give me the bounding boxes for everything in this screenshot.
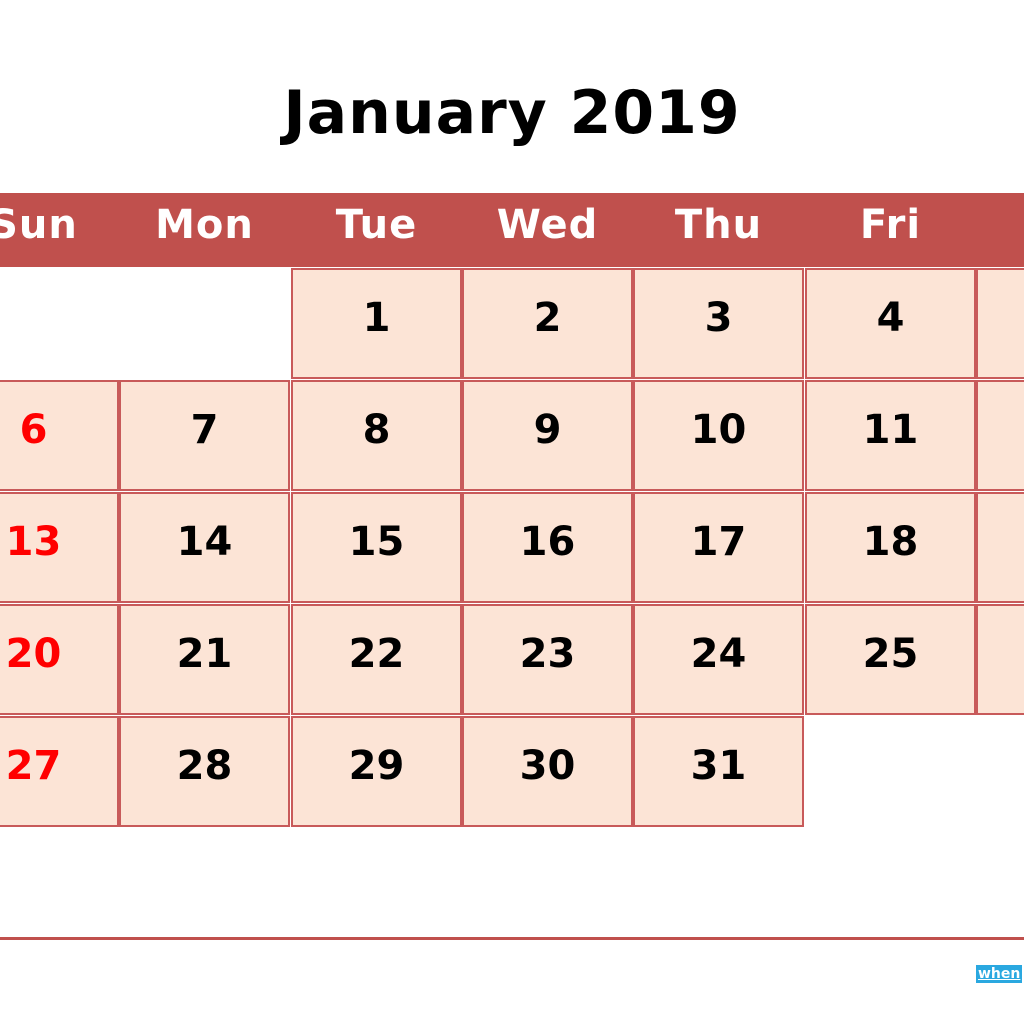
- day-cell[interactable]: 29: [291, 716, 462, 827]
- day-cell[interactable]: 12: [976, 380, 1024, 491]
- day-cell[interactable]: 2: [462, 268, 633, 379]
- footer-divider: [0, 937, 1024, 940]
- day-cell[interactable]: 20: [0, 604, 119, 715]
- weekday-tue: Tue: [335, 202, 418, 248]
- day-cell[interactable]: 23: [462, 604, 633, 715]
- day-cell[interactable]: 3: [633, 268, 804, 379]
- day-cell[interactable]: 31: [633, 716, 804, 827]
- day-cell[interactable]: 18: [805, 492, 976, 603]
- day-cell[interactable]: 28: [119, 716, 290, 827]
- day-cell[interactable]: 30: [462, 716, 633, 827]
- day-cell[interactable]: 10: [633, 380, 804, 491]
- footer-watermark-link[interactable]: when: [976, 965, 1023, 983]
- weekday-mon: Mon: [155, 202, 254, 248]
- day-cell[interactable]: 6: [0, 380, 119, 491]
- weekday-thu: Thu: [674, 202, 763, 248]
- day-cell[interactable]: 9: [462, 380, 633, 491]
- day-cell[interactable]: 8: [291, 380, 462, 491]
- weekday-fri: Fri: [859, 202, 922, 248]
- day-cell[interactable]: 4: [805, 268, 976, 379]
- day-cell[interactable]: 11: [805, 380, 976, 491]
- weekday-sat: Sat: [976, 193, 1024, 267]
- day-cell[interactable]: 27: [0, 716, 119, 827]
- day-cell[interactable]: 17: [633, 492, 804, 603]
- day-cell[interactable]: 7: [119, 380, 290, 491]
- day-cell[interactable]: 5: [976, 268, 1024, 379]
- day-cell[interactable]: 13: [0, 492, 119, 603]
- day-cell[interactable]: 1: [291, 268, 462, 379]
- day-cell[interactable]: 16: [462, 492, 633, 603]
- day-cell[interactable]: 19: [976, 492, 1024, 603]
- day-cell[interactable]: 25: [805, 604, 976, 715]
- day-cell[interactable]: 22: [291, 604, 462, 715]
- day-cell[interactable]: 14: [119, 492, 290, 603]
- day-cell[interactable]: 24: [633, 604, 804, 715]
- weekday-wed: Wed: [496, 202, 599, 248]
- weekday-sun: Sun: [0, 202, 78, 248]
- day-cell[interactable]: 26: [976, 604, 1024, 715]
- day-cell[interactable]: 15: [291, 492, 462, 603]
- calendar-title: January 2019: [283, 78, 741, 148]
- day-cell[interactable]: 21: [119, 604, 290, 715]
